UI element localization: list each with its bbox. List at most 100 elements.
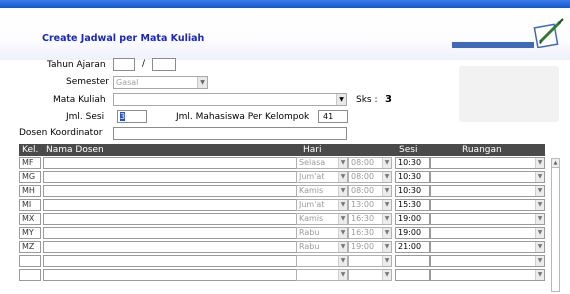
nama-dosen-select[interactable]: ▼ bbox=[43, 185, 309, 197]
jam-mulai-select[interactable]: 08:00 ▼ bbox=[348, 157, 392, 169]
jam-mulai-select[interactable]: 08:00 ▼ bbox=[348, 185, 392, 197]
jam-selesai-input[interactable]: 19:00 bbox=[395, 213, 430, 225]
chevron-down-icon[interactable]: ▼ bbox=[382, 186, 391, 196]
kel-cell[interactable]: MZ bbox=[19, 241, 41, 253]
jml-sesi-input[interactable]: 3 bbox=[117, 110, 147, 123]
col-kel-header: Kel. bbox=[22, 145, 39, 155]
jam-mulai-select[interactable]: 16:30 ▼ bbox=[348, 227, 392, 239]
hari-select[interactable]: ▼ bbox=[296, 255, 348, 267]
nama-dosen-select[interactable]: ▼ bbox=[43, 269, 309, 281]
ruangan-select[interactable]: ▼ bbox=[430, 199, 545, 211]
chevron-down-icon[interactable]: ▼ bbox=[338, 214, 347, 224]
ruangan-select[interactable]: ▼ bbox=[430, 213, 545, 225]
table-row: MZ ▼ Rabu▼ 19:00▼ 21:00 ▼ bbox=[19, 240, 545, 254]
chevron-down-icon[interactable]: ▼ bbox=[338, 186, 347, 196]
chevron-down-icon[interactable]: ▼ bbox=[535, 228, 544, 238]
jam-mulai-select[interactable]: ▼ bbox=[348, 269, 392, 281]
chevron-down-icon[interactable]: ▼ bbox=[535, 270, 544, 280]
chevron-down-icon[interactable]: ▼ bbox=[535, 200, 544, 210]
hari-select[interactable]: Kamis ▼ bbox=[296, 185, 348, 197]
chevron-down-icon[interactable]: ▼ bbox=[535, 158, 544, 168]
mata-kuliah-select[interactable]: ▼ bbox=[113, 93, 347, 106]
hari-select[interactable]: Jum'at ▼ bbox=[296, 171, 348, 183]
chevron-down-icon[interactable]: ▼ bbox=[382, 242, 391, 252]
chevron-down-icon[interactable]: ▼ bbox=[382, 214, 391, 224]
schedule-table-header: Kel. Nama Dosen Hari Sesi Ruangan bbox=[19, 144, 545, 156]
kel-cell[interactable] bbox=[19, 255, 41, 267]
ruangan-select[interactable]: ▼ bbox=[430, 227, 545, 239]
jam-mulai-select[interactable]: 13:00 ▼ bbox=[348, 199, 392, 211]
chevron-down-icon[interactable]: ▼ bbox=[535, 214, 544, 224]
nama-dosen-select[interactable]: ▼ bbox=[43, 199, 309, 211]
jam-selesai-input[interactable] bbox=[395, 269, 430, 281]
kel-cell[interactable]: MF bbox=[19, 157, 41, 169]
chevron-down-icon[interactable]: ▼ bbox=[382, 270, 391, 280]
chevron-down-icon[interactable]: ▼ bbox=[338, 256, 347, 266]
chevron-down-icon[interactable]: ▼ bbox=[382, 158, 391, 168]
chevron-down-icon[interactable]: ▼ bbox=[382, 256, 391, 266]
scroll-up-arrow-icon[interactable]: ▲ bbox=[551, 158, 560, 168]
nama-dosen-select[interactable]: ▼ bbox=[43, 241, 309, 253]
chevron-down-icon[interactable]: ▼ bbox=[338, 172, 347, 182]
chevron-down-icon[interactable]: ▼ bbox=[338, 200, 347, 210]
chevron-down-icon[interactable]: ▼ bbox=[382, 228, 391, 238]
chevron-down-icon[interactable]: ▼ bbox=[338, 158, 347, 168]
chevron-down-icon[interactable]: ▼ bbox=[336, 94, 346, 105]
ruangan-select[interactable]: ▼ bbox=[430, 269, 545, 281]
jam-mulai-select[interactable]: ▼ bbox=[348, 255, 392, 267]
kel-cell[interactable]: MY bbox=[19, 227, 41, 239]
hari-select[interactable]: Kamis ▼ bbox=[296, 213, 348, 225]
kel-cell[interactable]: MG bbox=[19, 171, 41, 183]
jam-selesai-input[interactable]: 15:30 bbox=[395, 199, 430, 211]
col-ruangan-header: Ruangan bbox=[462, 145, 502, 155]
kel-cell[interactable]: MI bbox=[19, 199, 41, 211]
chevron-down-icon[interactable]: ▼ bbox=[338, 242, 347, 252]
kel-cell[interactable]: MH bbox=[19, 185, 41, 197]
nama-dosen-select[interactable]: ▼ bbox=[43, 227, 309, 239]
dosen-koordinator-input[interactable] bbox=[113, 127, 347, 140]
jam-selesai-input[interactable] bbox=[395, 255, 430, 267]
chevron-down-icon[interactable]: ▼ bbox=[338, 270, 347, 280]
table-scrollbar[interactable]: ▲ bbox=[551, 158, 560, 292]
hari-select[interactable]: Selasa ▼ bbox=[296, 157, 348, 169]
pen-notepad-logo bbox=[533, 18, 564, 48]
ruangan-select[interactable]: ▼ bbox=[430, 157, 545, 169]
ruangan-select[interactable]: ▼ bbox=[430, 185, 545, 197]
nama-dosen-select[interactable]: ▼ bbox=[43, 255, 309, 267]
jam-selesai-input[interactable]: 10:30 bbox=[395, 157, 430, 169]
chevron-down-icon[interactable]: ▼ bbox=[535, 242, 544, 252]
jam-selesai-input[interactable]: 21:00 bbox=[395, 241, 430, 253]
ruangan-select[interactable]: ▼ bbox=[430, 171, 545, 183]
sks-label: Sks : bbox=[356, 95, 378, 105]
chevron-down-icon[interactable]: ▼ bbox=[197, 77, 207, 88]
jam-mulai-select[interactable]: 19:00 ▼ bbox=[348, 241, 392, 253]
tahun-ajaran-end-input[interactable] bbox=[152, 58, 176, 71]
kel-cell[interactable] bbox=[19, 269, 41, 281]
hari-select[interactable]: Jum'at ▼ bbox=[296, 199, 348, 211]
chevron-down-icon[interactable]: ▼ bbox=[535, 172, 544, 182]
kel-cell[interactable]: MX bbox=[19, 213, 41, 225]
chevron-down-icon[interactable]: ▼ bbox=[535, 186, 544, 196]
nama-dosen-select[interactable]: ▼ bbox=[43, 157, 309, 169]
jam-selesai-input[interactable]: 19:00 bbox=[395, 227, 430, 239]
ruangan-select[interactable]: ▼ bbox=[430, 241, 545, 253]
jam-mulai-select[interactable]: 08:00 ▼ bbox=[348, 171, 392, 183]
hari-select[interactable]: Rabu ▼ bbox=[296, 241, 348, 253]
chevron-down-icon[interactable]: ▼ bbox=[535, 256, 544, 266]
tahun-ajaran-start-input[interactable] bbox=[113, 58, 135, 71]
nama-dosen-select[interactable]: ▼ bbox=[43, 213, 309, 225]
jam-selesai-input[interactable]: 10:30 bbox=[395, 171, 430, 183]
chevron-down-icon[interactable]: ▼ bbox=[338, 228, 347, 238]
tahun-ajaran-separator: / bbox=[142, 59, 146, 69]
chevron-down-icon[interactable]: ▼ bbox=[382, 200, 391, 210]
hari-select[interactable]: ▼ bbox=[296, 269, 348, 281]
jml-mahasiswa-input[interactable]: 41 bbox=[318, 110, 348, 123]
hari-select[interactable]: Rabu ▼ bbox=[296, 227, 348, 239]
chevron-down-icon[interactable]: ▼ bbox=[382, 172, 391, 182]
nama-dosen-select[interactable]: ▼ bbox=[43, 171, 309, 183]
semester-select[interactable]: Gasal ▼ bbox=[113, 76, 208, 89]
ruangan-select[interactable]: ▼ bbox=[430, 255, 545, 267]
table-row: MG ▼ Jum'at▼ 08:00▼ 10:30 ▼ bbox=[19, 170, 545, 184]
jam-selesai-input[interactable]: 10:30 bbox=[395, 185, 430, 197]
jam-mulai-select[interactable]: 16:30 ▼ bbox=[348, 213, 392, 225]
